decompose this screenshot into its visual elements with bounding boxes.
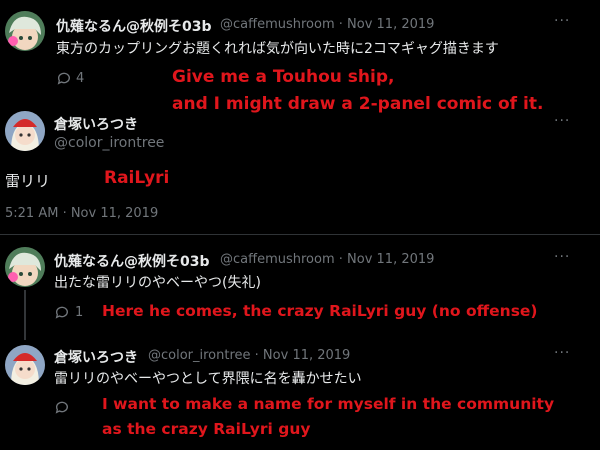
author-name[interactable]: 仇薙なるん@秋例そ03b bbox=[54, 251, 210, 271]
more-icon[interactable]: ··· bbox=[554, 249, 570, 265]
tweet-text: 雷リリのやベーやつとして界隈に名を轟かせたい bbox=[54, 371, 362, 387]
translation-line: Here he comes, the crazy RaiLyri guy (no… bbox=[102, 302, 538, 320]
avatar[interactable] bbox=[5, 11, 45, 51]
reply-icon[interactable] bbox=[54, 399, 70, 419]
avatar[interactable] bbox=[5, 111, 45, 151]
author-name[interactable]: 倉塚いろつき bbox=[54, 114, 138, 134]
handle-text[interactable]: @caffemushroom bbox=[220, 17, 335, 32]
translation-line: I want to make a name for myself in the … bbox=[102, 395, 555, 413]
tweet-date[interactable]: · Nov 11, 2019 bbox=[339, 252, 435, 267]
author-handle[interactable]: @caffemushroom · Nov 11, 2019 bbox=[220, 252, 434, 267]
more-icon[interactable]: ··· bbox=[554, 113, 570, 129]
tweet-timestamp[interactable]: 5:21 AM · Nov 11, 2019 bbox=[5, 206, 158, 221]
author-name[interactable]: 倉塚いろつき bbox=[54, 347, 138, 367]
author-handle[interactable]: @color_irontree bbox=[54, 135, 164, 151]
handle-text[interactable]: @color_irontree bbox=[148, 348, 251, 363]
tweet-text: 出たな雷リリのやベーやつ(失礼) bbox=[54, 275, 261, 291]
more-icon[interactable]: ··· bbox=[554, 345, 570, 361]
tweet-text: 雷リリ bbox=[5, 172, 51, 190]
divider bbox=[0, 234, 600, 235]
tweet-date[interactable]: · Nov 11, 2019 bbox=[255, 348, 351, 363]
translation-line: Give me a Touhou ship, bbox=[172, 67, 395, 87]
more-icon[interactable]: ··· bbox=[554, 13, 570, 29]
author-handle[interactable]: @caffemushroom · Nov 11, 2019 bbox=[220, 17, 434, 32]
author-handle[interactable]: @color_irontree · Nov 11, 2019 bbox=[148, 348, 350, 363]
avatar[interactable] bbox=[5, 345, 45, 385]
translation-line: and I might draw a 2-panel comic of it. bbox=[172, 94, 544, 114]
avatar[interactable] bbox=[5, 247, 45, 287]
author-name[interactable]: 仇薙なるん@秋例そ03b bbox=[56, 16, 212, 36]
reply-icon[interactable] bbox=[56, 70, 72, 90]
translation-line: RaiLyri bbox=[104, 168, 170, 188]
handle-text[interactable]: @caffemushroom bbox=[220, 252, 335, 267]
tweet-date[interactable]: · Nov 11, 2019 bbox=[339, 17, 435, 32]
reply-count: 4 bbox=[76, 71, 85, 86]
thread-line bbox=[24, 290, 26, 340]
reply-icon[interactable] bbox=[54, 304, 70, 324]
tweet-text: 東方のカップリングお題くれれば気が向いた時に2コマギャグ描きます bbox=[56, 41, 499, 57]
translation-line: as the crazy RaiLyri guy bbox=[102, 420, 311, 438]
reply-count: 1 bbox=[75, 305, 84, 320]
